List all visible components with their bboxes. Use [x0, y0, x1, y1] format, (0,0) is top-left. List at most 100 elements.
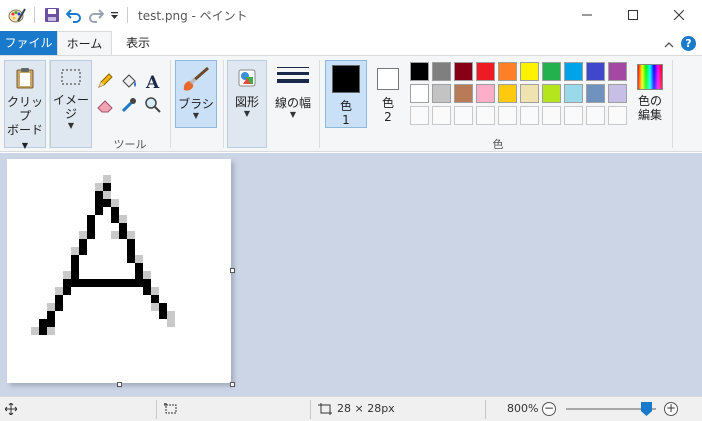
- resize-handle-bottom[interactable]: [117, 382, 122, 387]
- palette-swatch[interactable]: [432, 62, 451, 81]
- tab-home[interactable]: ホーム: [57, 31, 112, 56]
- antialias-pixel: [135, 255, 143, 263]
- tab-file[interactable]: ファイル: [0, 31, 57, 55]
- color-picker-icon[interactable]: [118, 94, 140, 116]
- custom-color-slot[interactable]: [542, 106, 561, 125]
- drawing-canvas[interactable]: [7, 159, 231, 383]
- help-icon[interactable]: ?: [681, 36, 696, 51]
- edit-colors-button[interactable]: 色の 編集: [632, 60, 668, 128]
- custom-color-slot[interactable]: [498, 106, 517, 125]
- magnifier-icon[interactable]: [142, 94, 164, 116]
- palette-swatch[interactable]: [410, 62, 429, 81]
- clipboard-button[interactable]: クリップ ボード ▼: [4, 60, 46, 150]
- palette-swatch[interactable]: [498, 62, 517, 81]
- drawn-pixel: [159, 303, 167, 311]
- palette-swatch[interactable]: [586, 62, 605, 81]
- fill-bucket-icon[interactable]: [118, 70, 140, 92]
- drawn-pixel: [39, 327, 47, 335]
- palette-swatch[interactable]: [454, 62, 473, 81]
- tab-view[interactable]: 表示: [112, 31, 164, 55]
- eraser-icon[interactable]: [94, 94, 116, 116]
- drawn-pixel: [119, 279, 127, 287]
- palette-swatch[interactable]: [432, 84, 451, 103]
- edit-colors-label-2: 編集: [637, 108, 662, 122]
- zoom-slider-thumb[interactable]: [641, 402, 652, 416]
- drawn-pixel: [87, 223, 95, 231]
- zoom-in-button[interactable]: +: [664, 402, 678, 416]
- image-size-icon: [318, 403, 332, 418]
- image-size-text: 28 × 28px: [337, 402, 395, 415]
- antialias-pixel: [143, 271, 151, 279]
- antialias-pixel: [47, 303, 55, 311]
- pencil-icon[interactable]: [94, 70, 116, 92]
- custom-color-slot[interactable]: [410, 106, 429, 125]
- drawn-pixel: [79, 239, 87, 247]
- chevron-down-icon: ▼: [192, 111, 200, 120]
- palette-swatch[interactable]: [542, 84, 561, 103]
- paint-app-icon[interactable]: [6, 7, 28, 23]
- antialias-pixel: [167, 311, 175, 319]
- resize-handle-corner[interactable]: [230, 382, 235, 387]
- drawn-pixel: [71, 271, 79, 279]
- drawn-pixel: [127, 279, 135, 287]
- palette-swatch[interactable]: [476, 84, 495, 103]
- size-button[interactable]: 線の幅 ▼: [271, 60, 315, 148]
- drawn-pixel: [71, 279, 79, 287]
- palette-swatch[interactable]: [608, 62, 627, 81]
- zoom-level-text: 800%: [507, 402, 539, 415]
- svg-text:A: A: [145, 73, 160, 90]
- palette-swatch[interactable]: [520, 62, 539, 81]
- line-width-icon: [276, 66, 310, 88]
- drawn-pixel: [111, 215, 119, 223]
- antialias-pixel: [167, 319, 175, 327]
- size-label: 線の幅: [274, 96, 311, 110]
- chevron-down-icon: ▼: [289, 110, 297, 119]
- close-button[interactable]: [656, 0, 702, 30]
- drawn-pixel: [47, 319, 55, 327]
- palette-swatch[interactable]: [410, 84, 429, 103]
- text-icon[interactable]: A: [142, 70, 164, 92]
- drawn-pixel: [95, 279, 103, 287]
- drawn-pixel: [151, 295, 159, 303]
- edit-colors-label-1: 色の: [637, 94, 662, 108]
- zoom-out-button[interactable]: −: [542, 402, 556, 416]
- custom-color-slot[interactable]: [476, 106, 495, 125]
- palette-swatch[interactable]: [586, 84, 605, 103]
- palette-swatch[interactable]: [608, 84, 627, 103]
- minimize-button[interactable]: [564, 0, 610, 30]
- antialias-pixel: [151, 303, 159, 311]
- palette-swatch[interactable]: [454, 84, 473, 103]
- custom-color-slot[interactable]: [564, 106, 583, 125]
- color-1-button[interactable]: 色 1: [325, 60, 367, 128]
- palette-swatch[interactable]: [564, 62, 583, 81]
- drawn-pixel: [135, 271, 143, 279]
- window-controls: [564, 0, 702, 30]
- redo-icon[interactable]: [85, 7, 107, 23]
- drawn-pixel: [127, 239, 135, 247]
- color-2-button[interactable]: 色 2: [369, 60, 407, 128]
- drawn-pixel: [103, 199, 111, 207]
- shapes-button[interactable]: 図形 ▼: [227, 60, 267, 148]
- resize-handle-right[interactable]: [230, 268, 235, 273]
- custom-color-slot[interactable]: [454, 106, 473, 125]
- custom-color-slot[interactable]: [520, 106, 539, 125]
- palette-swatch[interactable]: [542, 62, 561, 81]
- customize-toolbar-icon[interactable]: [107, 11, 121, 20]
- palette-swatch[interactable]: [520, 84, 539, 103]
- image-button[interactable]: イメージ ▼: [50, 60, 92, 148]
- drawn-pixel: [143, 287, 151, 295]
- maximize-button[interactable]: [610, 0, 656, 30]
- custom-color-slot[interactable]: [432, 106, 451, 125]
- palette-swatch[interactable]: [476, 62, 495, 81]
- save-icon[interactable]: [41, 7, 63, 23]
- palette-swatch[interactable]: [498, 84, 517, 103]
- undo-icon[interactable]: [63, 7, 85, 23]
- collapse-ribbon-icon[interactable]: [664, 37, 674, 51]
- image-label: イメージ: [52, 93, 89, 121]
- drawn-pixel: [119, 223, 127, 231]
- palette-swatch[interactable]: [564, 84, 583, 103]
- custom-color-slot[interactable]: [608, 106, 627, 125]
- brushes-button[interactable]: ブラシ ▼: [175, 60, 217, 128]
- custom-color-slot[interactable]: [586, 106, 605, 125]
- cursor-position-icon: [4, 402, 18, 418]
